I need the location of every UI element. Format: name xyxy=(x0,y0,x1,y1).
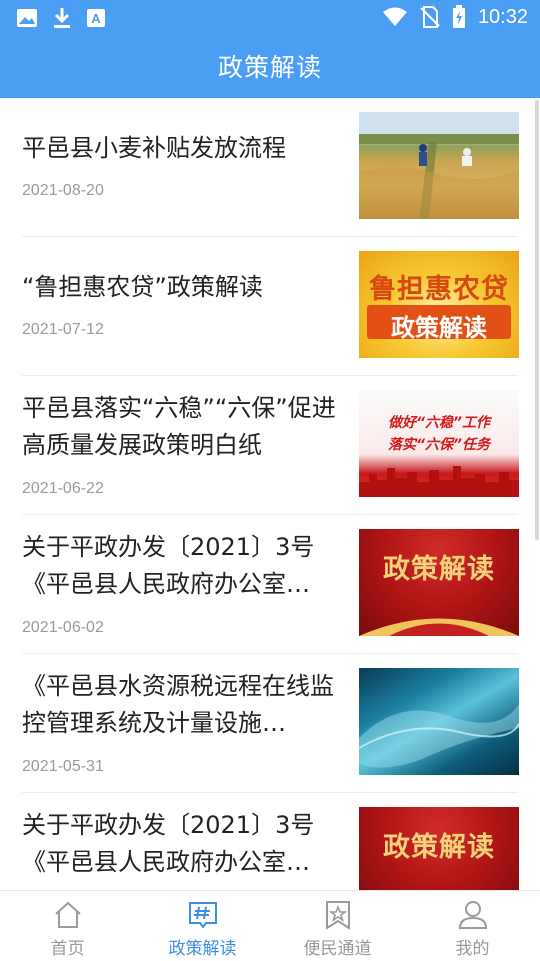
app-header: 政策解读 xyxy=(0,36,540,98)
nav-label: 便民通道 xyxy=(303,939,372,959)
a-icon: A xyxy=(87,9,105,27)
bottom-navigation: 首页 政策解读 便民通道 我的 xyxy=(0,890,540,961)
article-date: 2021-06-02 xyxy=(22,619,104,636)
article-item[interactable]: 《平邑县水资源税远程在线监控管理系统及计量设施… 2021-05-31 xyxy=(0,654,540,793)
scrollbar[interactable] xyxy=(535,100,539,540)
nav-policy[interactable]: 政策解读 xyxy=(135,891,270,961)
article-item[interactable]: 平邑县小麦补贴发放流程 2021-08-20 xyxy=(0,98,540,237)
thumb-caption: 鲁担惠农贷 xyxy=(369,274,509,305)
article-item[interactable]: 关于平政办发〔2021〕3号《平邑县人民政府办公室… 2021-06-02 政策… xyxy=(0,515,540,654)
bookmark-star-icon xyxy=(325,901,350,930)
red-policy-banner-thumbnail: 政策解读 xyxy=(359,529,519,636)
article-list[interactable]: 平邑县小麦补贴发放流程 2021-08-20 “鲁担惠农贷”政策解读 2021-… xyxy=(0,98,540,890)
thumb-caption: 政策解读 xyxy=(383,554,495,585)
thumb-caption: 落实“六保”任务 xyxy=(387,437,491,453)
article-item[interactable]: “鲁担惠农贷”政策解读 2021-07-12 鲁担惠农贷 政策解读 xyxy=(0,237,540,376)
article-date: 2021-07-12 xyxy=(22,321,104,338)
red-policy-banner-thumbnail: 政策解读 xyxy=(359,807,519,890)
article-date: 2021-08-20 xyxy=(22,182,104,199)
svg-text:A: A xyxy=(91,11,101,26)
nav-home[interactable]: 首页 xyxy=(0,891,135,961)
thumb-caption: 政策解读 xyxy=(383,832,495,863)
hashtag-icon xyxy=(188,902,217,929)
thumb-caption: 政策解读 xyxy=(391,314,487,342)
article-title: 关于平政办发〔2021〕3号《平邑县人民政府办公室… xyxy=(22,811,315,876)
image-icon xyxy=(17,9,37,27)
article-item[interactable]: 关于平政办发〔2021〕3号《平邑县人民政府办公室… 政策解读 xyxy=(0,793,540,890)
page-title: 政策解读 xyxy=(217,53,322,82)
status-time: 10:32 xyxy=(477,5,528,28)
thumb-caption: 做好“六稳”工作 xyxy=(387,415,491,431)
gold-banner-thumbnail: 鲁担惠农贷 政策解读 xyxy=(359,251,519,358)
article-title: 平邑县落实“六稳”“六保”促进高质量发展政策明白纸 xyxy=(22,394,336,459)
user-icon xyxy=(458,901,487,929)
wifi-icon xyxy=(382,7,407,26)
wheat-field-thumbnail xyxy=(359,112,519,219)
red-city-banner-thumbnail: 做好“六稳”工作 落实“六保”任务 xyxy=(359,390,519,497)
nav-label: 我的 xyxy=(455,939,490,959)
water-wave-thumbnail xyxy=(359,668,519,775)
article-item[interactable]: 平邑县落实“六稳”“六保”促进高质量发展政策明白纸 2021-06-22 做好“… xyxy=(0,376,540,515)
battery-charging-icon xyxy=(452,5,465,28)
status-bar: A 10:32 xyxy=(0,0,540,36)
article-title: 平邑县小麦补贴发放流程 xyxy=(22,134,286,162)
article-date: 2021-05-31 xyxy=(22,758,104,775)
nav-label: 政策解读 xyxy=(168,939,237,959)
article-title: 《平邑县水资源税远程在线监控管理系统及计量设施… xyxy=(22,672,334,737)
home-icon xyxy=(54,901,81,928)
nav-label: 首页 xyxy=(50,939,85,959)
nav-service[interactable]: 便民通道 xyxy=(270,891,405,961)
article-title: “鲁担惠农贷”政策解读 xyxy=(22,273,263,301)
download-icon xyxy=(54,8,70,28)
nav-mine[interactable]: 我的 xyxy=(405,891,540,961)
article-date: 2021-06-22 xyxy=(22,480,104,497)
article-title: 关于平政办发〔2021〕3号《平邑县人民政府办公室… xyxy=(22,533,315,598)
no-sim-icon xyxy=(420,6,440,28)
